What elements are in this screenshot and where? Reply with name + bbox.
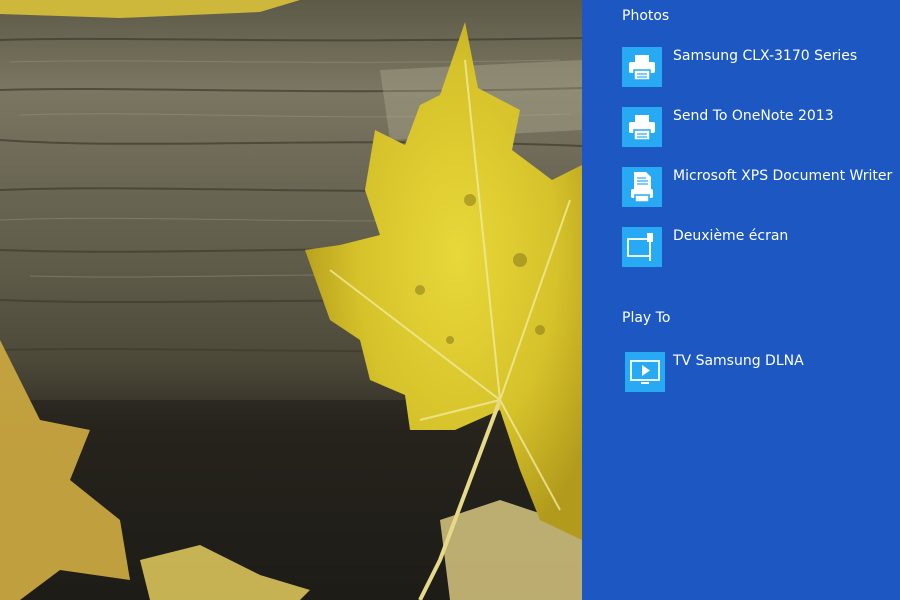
device-item-tv-samsung-dlna[interactable]: TV Samsung DLNA [625,352,895,394]
desktop-screen: Photos Samsung CLX-3170 Series Send To O… [0,0,900,600]
device-label: Microsoft XPS Document Writer [673,168,893,184]
play-to-monitor-icon [625,352,665,392]
wallpaper-image [0,0,582,600]
device-label: Samsung CLX-3170 Series [673,48,858,64]
printer-icon [622,107,662,147]
device-item-send-to-onenote[interactable]: Send To OneNote 2013 [622,107,892,149]
devices-panel: Photos Samsung CLX-3170 Series Send To O… [582,0,900,600]
device-item-microsoft-xps-writer[interactable]: Microsoft XPS Document Writer [622,167,892,209]
device-item-deuxieme-ecran[interactable]: Deuxième écran [622,227,892,269]
device-label: Deuxième écran [673,228,789,244]
section-title-play-to: Play To [622,310,671,326]
second-screen-icon [622,227,662,267]
printer-icon [622,47,662,87]
document-printer-icon [622,167,662,207]
device-label: TV Samsung DLNA [673,353,804,369]
device-label: Send To OneNote 2013 [673,108,834,124]
device-item-samsung-clx-3170[interactable]: Samsung CLX-3170 Series [622,47,892,89]
section-title-photos: Photos [622,8,670,24]
